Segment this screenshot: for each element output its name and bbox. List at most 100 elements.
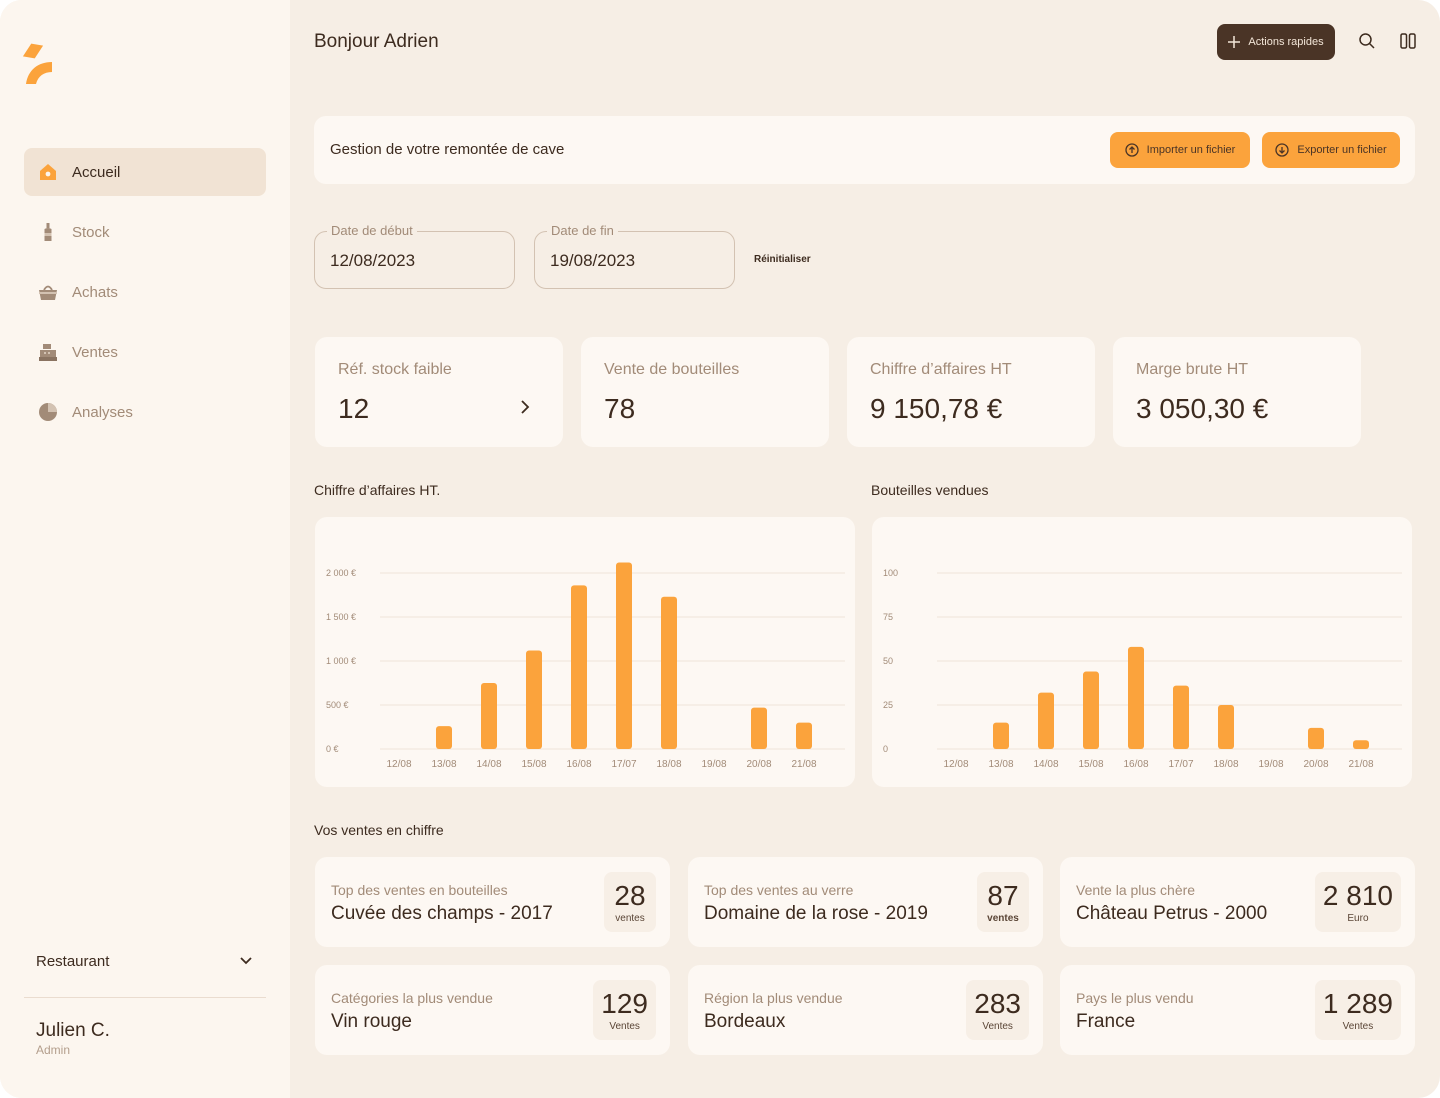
revenue-y-tick-label: 500 € [326, 700, 349, 710]
bottles-x-tick-label: 14/08 [1033, 759, 1058, 770]
sale-label: Top des ventes au verre [704, 882, 854, 898]
bottles-chart-svg: 0 25 50 75 100 12/08 13/08 14/08 15/08 16/08 17/07… [883, 568, 1402, 770]
revenue-x-tick-label: 20/08 [746, 759, 771, 770]
bottles-bar[interactable] [1038, 692, 1054, 749]
kpi-value: 9 150,78 € [870, 393, 1003, 424]
plus-icon [1228, 36, 1241, 48]
sale-value: Vin rouge [331, 1011, 412, 1032]
sidebar-divider [24, 997, 266, 998]
import-button[interactable]: Importer un fichier [1110, 132, 1250, 168]
sidebar-item-label: Analyses [72, 403, 133, 421]
end-date-field[interactable]: Date de fin 19/08/2023 [534, 223, 735, 289]
kpi-bottle-sales: Vente de bouteilles 78 [581, 337, 829, 447]
sale-label: Catégories la plus vendue [331, 990, 493, 1006]
kpi-gross-margin: Marge brute HT 3 050,30 € [1113, 337, 1361, 447]
revenue-bar[interactable] [661, 596, 677, 749]
sidebar-item-analyses[interactable]: Analyses [24, 388, 266, 436]
brand-logo[interactable] [22, 40, 56, 90]
sidebar-item-ventes[interactable]: Ventes [24, 328, 266, 376]
columns-icon[interactable] [1399, 32, 1417, 50]
chart-title-revenue: Chiffre d’affaires HT. [314, 482, 441, 498]
pie-chart-icon [38, 402, 58, 422]
bottles-bar[interactable] [1173, 685, 1189, 749]
bottles-bar[interactable] [1353, 740, 1369, 749]
sale-value: Cuvée des champs - 2017 [331, 903, 553, 924]
bottles-bar[interactable] [1128, 646, 1144, 749]
revenue-bar[interactable] [616, 562, 632, 749]
sale-value: France [1076, 1011, 1136, 1032]
bottles-bar[interactable] [1308, 727, 1324, 749]
quick-actions-label: Actions rapides [1248, 36, 1324, 48]
sale-card-most-expensive: Vente la plus chère Château Petrus - 200… [1060, 857, 1415, 947]
sidebar-item-label: Stock [72, 223, 110, 241]
revenue-y-tick-label: 0 € [326, 744, 339, 754]
sidebar-item-label: Ventes [72, 343, 118, 361]
download-icon [1275, 143, 1290, 157]
basket-icon [38, 282, 58, 302]
app-window: Accueil Stock Achats Ventes Analyses Res… [0, 0, 1440, 1098]
sale-card-top-bottles: Top des ventes en bouteilles Cuvée des c… [315, 857, 670, 947]
revenue-bar[interactable] [571, 585, 587, 749]
bottles-y-tick-label: 25 [883, 700, 893, 710]
sidebar-item-label: Accueil [72, 163, 121, 181]
restaurant-label: Restaurant [36, 952, 110, 970]
sale-value: Domaine de la rose - 2019 [704, 903, 928, 924]
bottles-y-tick-label: 50 [883, 656, 893, 666]
sidebar-item-achats[interactable]: Achats [24, 268, 266, 316]
kpi-value: 78 [604, 393, 636, 424]
chevron-down-icon [240, 957, 252, 965]
bottles-x-tick-label: 15/08 [1078, 759, 1103, 770]
revenue-bar[interactable] [796, 722, 812, 749]
start-date-field[interactable]: Date de début 12/08/2023 [314, 223, 515, 289]
sale-card-top-glass: Top des ventes au verre Domaine de la ro… [688, 857, 1043, 947]
revenue-x-tick-label: 19/08 [701, 759, 726, 770]
revenue-bar[interactable] [481, 683, 497, 749]
bottles-bar[interactable] [1218, 705, 1234, 749]
revenue-y-tick-label: 1 500 € [326, 612, 356, 622]
sale-badge: 87 ventes [977, 872, 1029, 932]
badge-number: 129 [601, 988, 648, 1019]
search-icon[interactable] [1358, 32, 1376, 50]
sidebar-item-stock[interactable]: Stock [24, 208, 266, 256]
reset-button[interactable]: Réinitialiser [754, 254, 811, 265]
bottles-x-tick-label: 20/08 [1303, 759, 1328, 770]
sale-badge: 129 Ventes [593, 980, 656, 1040]
restaurant-select[interactable]: Restaurant [24, 940, 266, 982]
user-name[interactable]: Julien C. [36, 1020, 110, 1042]
sale-badge: 28 ventes [604, 872, 656, 932]
quick-actions-button[interactable]: Actions rapides [1217, 24, 1335, 60]
badge-unit: Ventes [609, 1021, 640, 1032]
bottles-x-tick-label: 12/08 [943, 759, 968, 770]
sale-label: Vente la plus chère [1076, 882, 1196, 898]
kpi-label: Vente de bouteilles [604, 361, 740, 378]
revenue-x-tick-label: 17/07 [611, 759, 636, 770]
badge-unit: Ventes [982, 1021, 1013, 1032]
badge-number: 2 810 [1322, 880, 1393, 911]
revenue-bar[interactable] [436, 726, 452, 749]
kpi-revenue: Chiffre d’affaires HT 9 150,78 € [847, 337, 1095, 447]
bottles-bar[interactable] [1083, 671, 1099, 749]
sidebar-item-accueil[interactable]: Accueil [24, 148, 266, 196]
export-button[interactable]: Exporter un fichier [1262, 132, 1400, 168]
bottles-bar[interactable] [993, 722, 1009, 749]
bottles-x-tick-label: 13/08 [988, 759, 1013, 770]
revenue-bar[interactable] [526, 650, 542, 749]
revenue-bar[interactable] [751, 707, 767, 749]
badge-unit: ventes [987, 913, 1019, 924]
sale-label: Région la plus vendue [704, 990, 843, 1006]
page-title: Bonjour Adrien [314, 31, 439, 52]
revenue-x-tick-label: 13/08 [431, 759, 456, 770]
revenue-x-tick-label: 15/08 [521, 759, 546, 770]
cash-register-icon [38, 342, 58, 362]
kpi-low-stock[interactable]: Réf. stock faible 12 [315, 337, 563, 447]
badge-number: 283 [974, 988, 1021, 1019]
sale-card-top-country: Pays le plus vendu France 1 289 Ventes [1060, 965, 1415, 1055]
kpi-value: 12 [338, 393, 370, 424]
chevron-right-icon[interactable] [517, 399, 533, 415]
bottles-x-tick-label: 17/07 [1168, 759, 1193, 770]
end-date-label: Date de fin [547, 223, 618, 238]
bottles-x-tick-label: 16/08 [1123, 759, 1148, 770]
sale-value: Bordeaux [704, 1011, 786, 1032]
revenue-x-tick-label: 18/08 [656, 759, 681, 770]
bottles-chart: 0 25 50 75 100 12/08 13/08 14/08 15/08 16/08 17/07… [872, 517, 1412, 787]
